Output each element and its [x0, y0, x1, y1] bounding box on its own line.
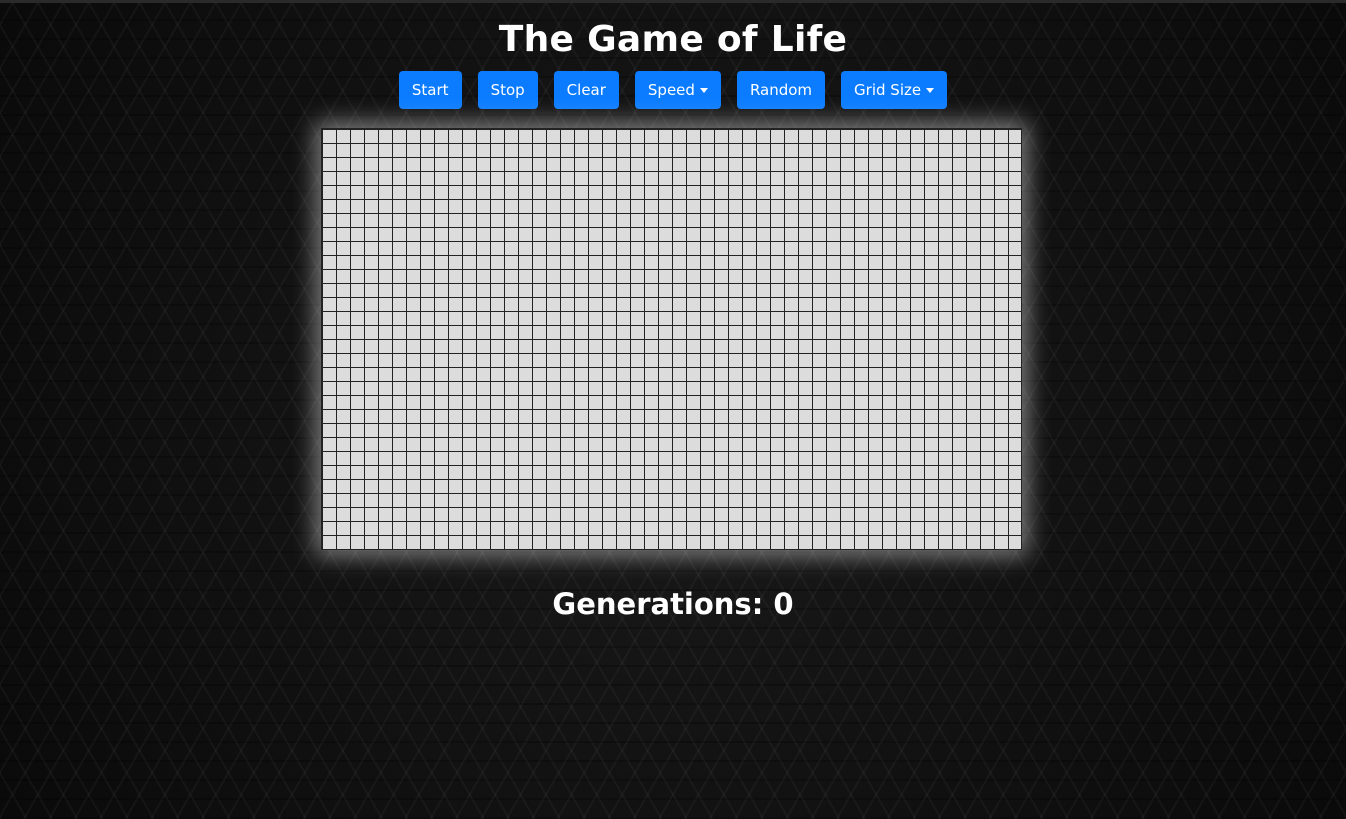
stop-button[interactable]: Stop: [477, 71, 538, 109]
start-button[interactable]: Start: [398, 71, 462, 109]
caret-down-icon: [926, 87, 935, 93]
clear-button[interactable]: Clear: [553, 71, 619, 109]
random-button[interactable]: Random: [736, 71, 826, 109]
top-border: [0, 0, 1346, 3]
random-button-label: Random: [749, 81, 813, 99]
speed-dropdown-label: Speed: [647, 81, 695, 99]
clear-button-label: Clear: [566, 81, 606, 99]
generations-counter: Generations: 0: [0, 584, 1346, 624]
generations-value: 0: [773, 587, 794, 621]
toolbar: Start Stop Clear Speed Random Grid Size: [0, 71, 1346, 109]
grid-size-dropdown-button[interactable]: Grid Size: [841, 71, 948, 109]
board-container: [321, 128, 1022, 550]
game-board-grid[interactable]: [321, 128, 1022, 550]
page-title: The Game of Life: [498, 19, 848, 60]
grid-size-dropdown-label: Grid Size: [854, 81, 922, 99]
stop-button-label: Stop: [490, 81, 525, 99]
start-button-label: Start: [411, 81, 449, 99]
generations-label: Generations:: [552, 587, 764, 621]
caret-down-icon: [699, 87, 708, 93]
speed-dropdown-button[interactable]: Speed: [634, 71, 721, 109]
